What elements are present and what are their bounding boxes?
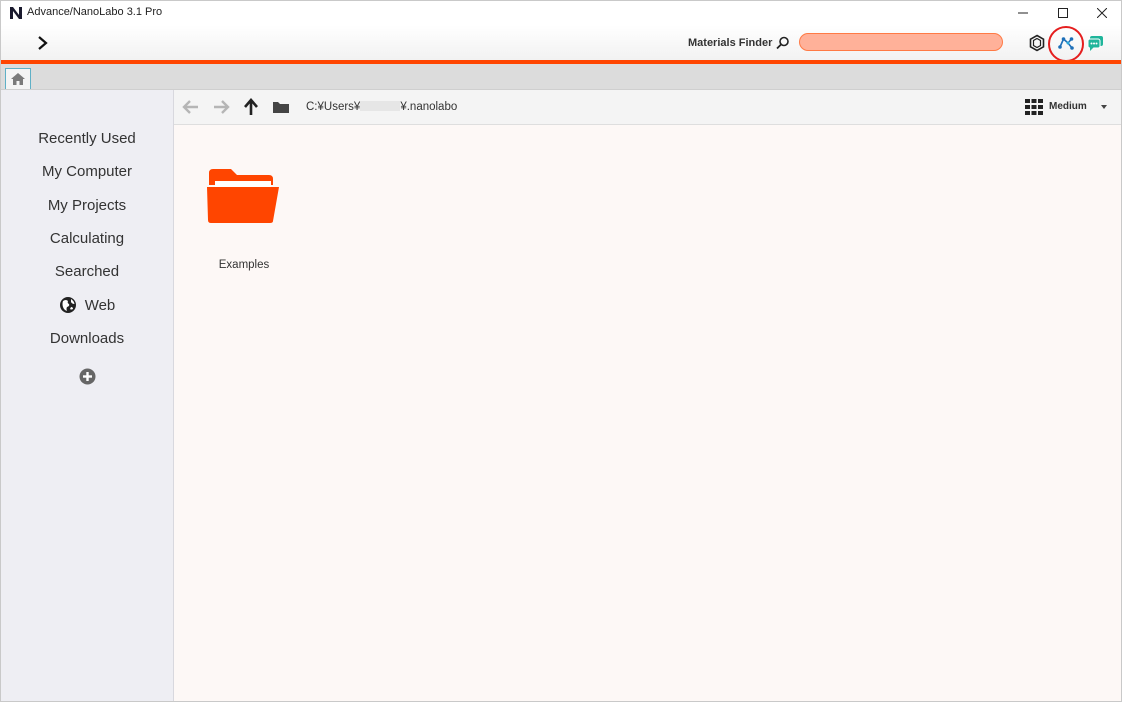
sidebar-item-my-projects[interactable]: My Projects — [1, 193, 173, 217]
file-browser-content: Examples — [174, 125, 1121, 701]
minimize-button[interactable] — [1003, 1, 1043, 25]
sidebar-item-label: Recently Used — [38, 129, 136, 147]
tab-strip — [1, 64, 1121, 90]
materials-finder-input[interactable] — [799, 33, 1003, 51]
redacted-username — [360, 101, 401, 111]
folder-examples[interactable]: Examples — [194, 161, 294, 281]
materials-finder-label: Materials Finder — [688, 37, 773, 49]
folder-icon — [207, 169, 279, 223]
up-arrow-icon[interactable] — [242, 98, 260, 116]
folder-label: Examples — [218, 259, 270, 271]
sidebar-item-calculating[interactable]: Calculating — [1, 226, 173, 250]
plus-circle-icon[interactable] — [79, 368, 96, 385]
sidebar-item-label: Web — [84, 296, 116, 314]
app-logo-icon — [10, 7, 22, 19]
path-prefix: C:¥Users¥ — [306, 101, 361, 113]
window-title: Advance/NanoLabo 3.1 Pro — [27, 6, 163, 18]
path-suffix: ¥.nanolabo — [400, 101, 458, 113]
maximize-icon — [1058, 8, 1068, 18]
sidebar-item-my-computer[interactable]: My Computer — [1, 159, 173, 183]
search-icon[interactable] — [776, 36, 790, 50]
sidebar-item-searched[interactable]: Searched — [1, 259, 173, 283]
app-window: Advance/NanoLabo 3.1 Pro Materials Finde… — [0, 0, 1122, 702]
close-button[interactable] — [1082, 1, 1121, 25]
back-arrow-icon[interactable] — [182, 98, 200, 116]
current-path[interactable]: C:¥Users¥ ¥.nanolabo — [306, 101, 457, 113]
title-bar: Advance/NanoLabo 3.1 Pro — [1, 1, 1121, 25]
hexagon-icon[interactable] — [1028, 34, 1046, 52]
sidebar-item-web[interactable]: Web — [1, 293, 173, 317]
home-icon — [11, 73, 25, 85]
sidebar-item-label: Calculating — [49, 229, 125, 247]
highlight-circle — [1048, 26, 1084, 62]
close-icon — [1097, 8, 1107, 18]
sidebar: Recently Used My Computer My Projects Ca… — [1, 90, 174, 701]
sidebar-item-label: My Projects — [47, 196, 127, 214]
sidebar-item-downloads[interactable]: Downloads — [1, 326, 173, 350]
grid-view-icon[interactable] — [1025, 99, 1043, 115]
expand-chevron-icon[interactable] — [34, 34, 52, 52]
minimize-icon — [1018, 12, 1028, 14]
sidebar-item-label: Downloads — [49, 329, 125, 347]
sidebar-item-label: Searched — [54, 262, 120, 280]
tab-home[interactable] — [5, 68, 31, 89]
sidebar-item-label: My Computer — [41, 162, 133, 180]
maximize-button[interactable] — [1043, 1, 1083, 25]
globe-icon — [59, 297, 76, 313]
path-bar: C:¥Users¥ ¥.nanolabo Medium — [174, 90, 1121, 125]
view-size-select[interactable]: Medium — [1049, 101, 1087, 112]
chat-icon[interactable] — [1087, 34, 1105, 52]
forward-arrow-icon[interactable] — [212, 98, 230, 116]
sidebar-item-recently-used[interactable]: Recently Used — [1, 126, 173, 150]
open-folder-icon[interactable] — [272, 98, 290, 116]
dropdown-arrow-icon[interactable] — [1100, 104, 1108, 110]
